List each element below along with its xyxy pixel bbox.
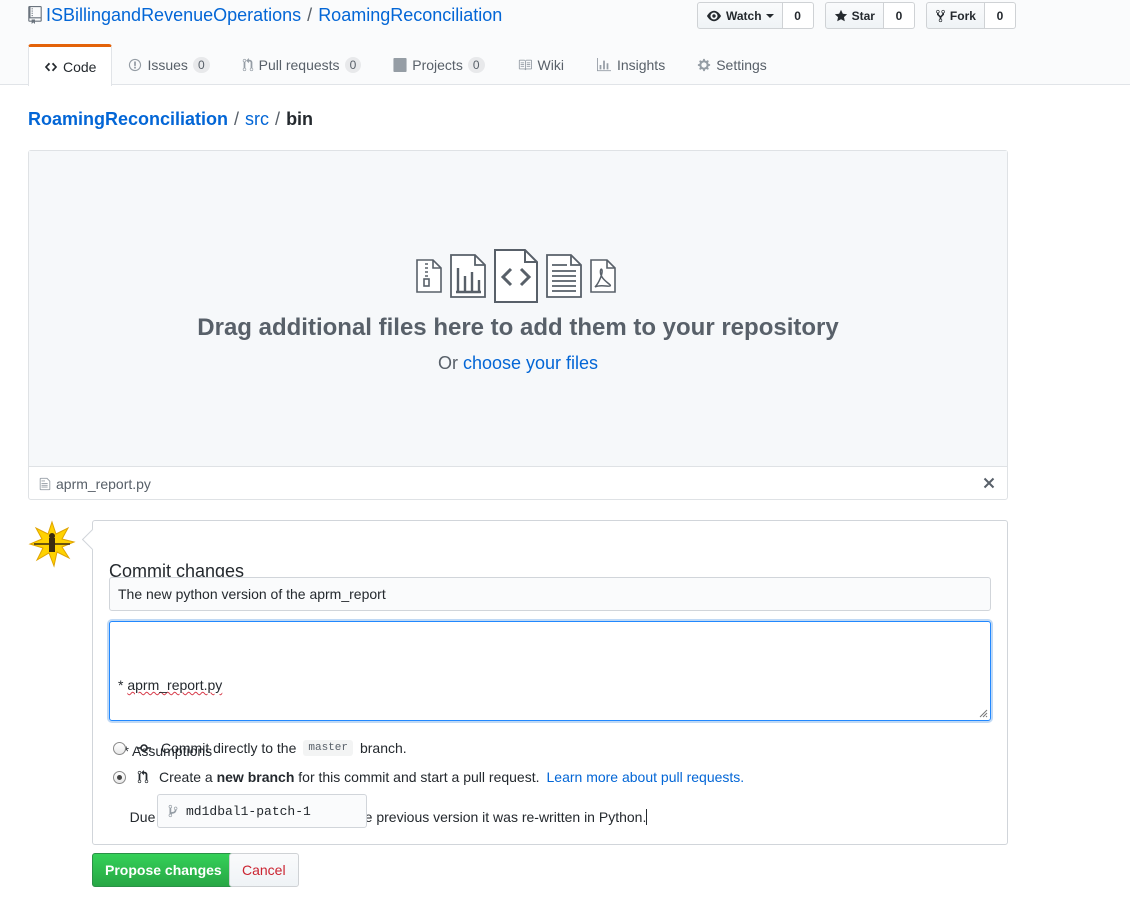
fork-count[interactable]: 0	[984, 2, 1016, 29]
choose-files-link[interactable]: choose your files	[463, 353, 598, 373]
master-branch-label: master	[303, 740, 353, 756]
tab-pull-requests-label: Pull requests	[258, 57, 340, 73]
avatar	[28, 520, 76, 568]
breadcrumb-src-link[interactable]: src	[245, 107, 269, 131]
pagehead-actions: Watch 0 Star 0 Fork 0	[697, 2, 1016, 29]
repo-name-link[interactable]: RoamingReconciliation	[318, 4, 502, 26]
gear-icon	[698, 58, 711, 72]
tab-wiki-label: Wiki	[537, 57, 564, 73]
tab-issues[interactable]: Issues 0	[112, 44, 225, 85]
commit-form: Commit changes The new python version of…	[92, 520, 1008, 845]
file-text-icon	[546, 254, 582, 298]
star-group: Star 0	[824, 2, 915, 29]
close-icon[interactable]	[981, 475, 997, 491]
issues-counter: 0	[192, 57, 210, 73]
issue-icon	[129, 58, 142, 72]
repo-icon	[28, 6, 42, 24]
commit-icon	[137, 744, 151, 752]
propose-changes-button[interactable]: Propose changes	[92, 853, 235, 887]
drop-area[interactable]: Drag additional files here to add them t…	[29, 151, 1007, 467]
fork-label: Fork	[949, 8, 976, 23]
tab-settings[interactable]: Settings	[681, 44, 783, 85]
file-zip-icon	[416, 259, 442, 293]
tab-insights-label: Insights	[616, 57, 666, 73]
file-drop-zone[interactable]: Drag additional files here to add them t…	[28, 150, 1008, 500]
file-icon	[39, 477, 51, 490]
new-branch-option[interactable]: Create a new branch for this commit and …	[113, 769, 744, 785]
star-count[interactable]: 0	[883, 2, 915, 29]
pull-request-icon	[242, 58, 253, 72]
repo-header: ISBillingandRevenueOperations / RoamingR…	[0, 0, 1130, 86]
tab-code-label: Code	[63, 58, 97, 75]
description-line: * aprm_report.py	[118, 677, 223, 693]
tab-wiki[interactable]: Wiki	[501, 44, 580, 85]
graph-icon	[596, 58, 611, 72]
learn-more-pull-requests-link[interactable]: Learn more about pull requests.	[547, 769, 745, 785]
pull-requests-counter: 0	[344, 57, 362, 73]
branch-name-input[interactable]: md1dbal1-patch-1	[157, 794, 367, 828]
pull-request-icon	[137, 770, 149, 784]
branch-name-value: md1dbal1-patch-1	[186, 803, 311, 819]
tab-projects[interactable]: Projects 0	[377, 44, 500, 85]
commit-direct-text-after: branch.	[359, 740, 407, 756]
drop-prefix: Or	[437, 353, 458, 373]
projects-counter: 0	[467, 57, 485, 73]
star-icon	[834, 9, 847, 21]
new-branch-radio[interactable]	[113, 770, 126, 784]
watch-group: Watch 0	[697, 2, 814, 29]
breadcrumb-separator: /	[234, 109, 240, 129]
repo-nav: Code Issues 0 Pull requests 0 Projects 0…	[28, 44, 783, 86]
new-branch-bold: new branch	[216, 769, 295, 785]
tab-settings-label: Settings	[716, 57, 767, 73]
watch-label: Watch	[726, 8, 762, 23]
breadcrumb: RoamingReconciliation / src / bin	[28, 107, 313, 131]
book-icon	[518, 59, 532, 71]
uploaded-file-row: aprm_report.py	[29, 468, 1007, 499]
star-label: Star	[851, 8, 875, 23]
tab-code[interactable]: Code	[28, 44, 113, 86]
new-branch-suffix: for this commit and start a pull request…	[298, 769, 540, 785]
commit-direct-option[interactable]: Commit directly to the master branch.	[113, 740, 407, 756]
caret-down-icon	[765, 13, 774, 18]
eye-icon	[707, 10, 721, 21]
breadcrumb-current: bin	[286, 109, 314, 129]
project-icon	[393, 58, 407, 72]
new-branch-text: Create a new branch for this commit and …	[159, 769, 540, 785]
drop-icons	[415, 249, 617, 303]
resize-grip-icon[interactable]	[979, 709, 988, 718]
fork-group: Fork 0	[925, 2, 1016, 29]
tab-issues-label: Issues	[147, 57, 188, 73]
file-pdf-icon	[590, 259, 616, 293]
star-button[interactable]: Star	[824, 2, 884, 29]
repo-owner-link[interactable]: ISBillingandRevenueOperations	[46, 4, 301, 26]
tab-pull-requests[interactable]: Pull requests 0	[226, 44, 378, 85]
commit-direct-radio[interactable]	[113, 741, 126, 755]
text-caret	[646, 809, 648, 825]
code-icon	[44, 62, 58, 71]
breadcrumb-separator: /	[275, 109, 281, 129]
branch-icon	[168, 804, 178, 818]
commit-summary-input[interactable]: The new python version of the aprm_repor…	[109, 577, 991, 611]
tab-insights[interactable]: Insights	[580, 44, 681, 85]
repo-title: ISBillingandRevenueOperations / RoamingR…	[28, 4, 502, 26]
breadcrumb-root-link[interactable]: RoamingReconciliation	[28, 107, 228, 131]
drop-title: Drag additional files here to add them t…	[197, 314, 839, 341]
commit-description-textarea[interactable]: * aprm_report.py ** Assumptions Due to s…	[109, 621, 991, 825]
title-separator: /	[307, 5, 313, 25]
uploaded-file-name: aprm_report.py	[56, 475, 151, 492]
commit-direct-text-before: Commit directly to the	[161, 740, 297, 756]
cancel-button[interactable]: Cancel	[229, 853, 299, 887]
file-code-icon	[494, 249, 538, 303]
new-branch-prefix: Create a	[159, 769, 213, 785]
watch-button[interactable]: Watch	[697, 2, 783, 29]
fork-icon	[936, 9, 945, 22]
file-chart-icon	[450, 254, 486, 298]
drop-subtitle: Or choose your files	[29, 351, 1007, 375]
tab-projects-label: Projects	[412, 57, 463, 73]
fork-button[interactable]: Fork	[925, 2, 985, 29]
watch-count[interactable]: 0	[782, 2, 814, 29]
